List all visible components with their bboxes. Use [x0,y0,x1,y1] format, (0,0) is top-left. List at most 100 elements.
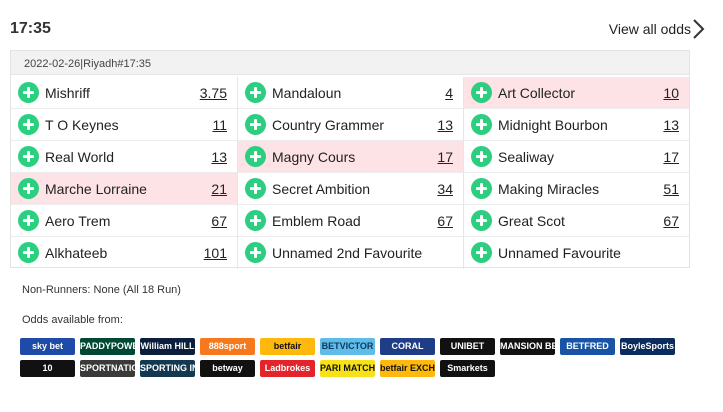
runner-odds[interactable]: 67 [211,213,227,229]
runner-odds[interactable]: 51 [663,181,679,197]
runner-odds[interactable]: 4 [445,85,453,101]
runner-row[interactable]: Emblem Road 67 [238,205,463,237]
runner-odds[interactable]: 3.75 [200,85,227,101]
add-selection-icon[interactable] [18,146,39,167]
odds-card: 2022-02-26|Riyadh#17:35 Mishriff 3.75 T O … [10,50,690,269]
runner-name: Making Miracles [498,181,600,197]
runner-name: Magny Cours [272,149,356,165]
runner-row[interactable]: Unnamed 2nd Favourite [238,237,463,269]
bookmaker-logo-paddypower[interactable]: PADDYPOWER. [80,338,135,355]
add-selection-icon[interactable] [471,178,492,199]
runner-odds[interactable]: 67 [663,213,679,229]
runner-name: Sealiway [498,149,555,165]
runner-odds[interactable]: 10 [663,85,679,101]
bookmaker-logo-betfair[interactable]: betfair [260,338,315,355]
runner-odds[interactable]: 67 [437,213,453,229]
runner-row[interactable]: Mishriff 3.75 [11,77,237,109]
runner-odds[interactable]: 13 [211,149,227,165]
runner-odds[interactable]: 21 [211,181,227,197]
add-selection-icon[interactable] [471,114,492,135]
bookmaker-logo-sportingindex[interactable]: SPORTING INDEX [140,360,195,377]
runner-row[interactable]: Alkhateeb 101 [11,237,237,269]
runner-row[interactable]: Magny Cours 17 [238,141,463,173]
runner-name: Alkhateeb [45,245,108,261]
bookmaker-logo-boylesports[interactable]: BoyleSports [620,338,675,355]
add-selection-icon[interactable] [18,82,39,103]
runner-odds[interactable]: 17 [663,149,679,165]
bookmaker-logo-parimatch[interactable]: PARI MATCH [320,360,375,377]
runner-row[interactable]: Great Scot 67 [464,205,689,237]
runner-row[interactable]: Sealiway 17 [464,141,689,173]
odds-available-label: Odds available from: [22,314,123,326]
bookmaker-row: 10 SPORTNATION SPORTING INDEX betway Ladbrok… [20,360,700,378]
runner-odds[interactable]: 13 [663,117,679,133]
runner-name: Unnamed 2nd Favourite [272,245,423,261]
bookmaker-logo-unibet[interactable]: UNIBET [440,338,495,355]
runner-column: Mishriff 3.75 T O Keynes 11 Real World 13 Marc… [11,77,237,269]
runner-odds[interactable]: 34 [437,181,453,197]
non-runners-text: Non-Runners: None (All 18 Run) [22,284,181,296]
add-selection-icon[interactable] [245,146,266,167]
runner-name: Country Grammer [272,117,385,133]
bookmaker-row: sky bet PADDYPOWER. William HILL 888sport be… [20,338,700,356]
add-selection-icon[interactable] [245,210,266,231]
runner-row[interactable]: Secret Ambition 34 [238,173,463,205]
runner-name: T O Keynes [45,117,119,133]
view-all-odds-link[interactable]: View all odds [609,21,691,37]
runner-odds[interactable]: 11 [212,117,227,133]
add-selection-icon[interactable] [245,114,266,135]
runner-row[interactable]: Real World 13 [11,141,237,173]
runner-name: Mandaloun [272,85,342,101]
add-selection-icon[interactable] [471,146,492,167]
runner-odds[interactable]: 17 [437,149,453,165]
add-selection-icon[interactable] [18,242,39,263]
runner-odds[interactable]: 13 [437,117,453,133]
runner-row[interactable]: Unnamed Favourite [464,237,689,269]
bookmaker-logo-10bet[interactable]: 10 [20,360,75,377]
add-selection-icon[interactable] [245,82,266,103]
bookmaker-logo-betway[interactable]: betway [200,360,255,377]
runner-row[interactable]: Country Grammer 13 [238,109,463,141]
add-selection-icon[interactable] [18,178,39,199]
runner-row[interactable]: Midnight Bourbon 13 [464,109,689,141]
meeting-label: 2022-02-26|Riyadh#17:35 [11,51,689,75]
runner-name: Great Scot [498,213,565,229]
runner-row[interactable]: Aero Trem 67 [11,205,237,237]
add-selection-icon[interactable] [471,82,492,103]
bookmaker-logo-betfred[interactable]: BETFRED [560,338,615,355]
bookmaker-logo-888sport[interactable]: 888sport [200,338,255,355]
add-selection-icon[interactable] [471,210,492,231]
bookmaker-logo-skybet[interactable]: sky bet [20,338,75,355]
runner-row[interactable]: Marche Lorraine 21 [11,173,237,205]
bookmaker-logo-sportnation[interactable]: SPORTNATION [80,360,135,377]
add-selection-icon[interactable] [18,114,39,135]
bookmaker-logo-betvictor[interactable]: BETVICTOR [320,338,375,355]
runner-row[interactable]: T O Keynes 11 [11,109,237,141]
bookmaker-logo-williamhill[interactable]: William HILL [140,338,195,355]
runner-name: Secret Ambition [272,181,371,197]
add-selection-icon[interactable] [245,242,266,263]
bookmaker-logo-betfair-exchange[interactable]: betfair EXCHANGE [380,360,435,377]
add-selection-icon[interactable] [18,210,39,231]
runner-row[interactable]: Mandaloun 4 [238,77,463,109]
add-selection-icon[interactable] [471,242,492,263]
runner-column: Art Collector 10 Midnight Bourbon 13 Sealiwa… [463,77,689,269]
runner-name: Unnamed Favourite [498,245,621,261]
runners-grid: Mishriff 3.75 T O Keynes 11 Real World 13 Marc… [11,75,689,269]
runner-name: Art Collector [498,85,576,101]
race-header: 17:35 View all odds [0,0,723,46]
bookmaker-logo-coral[interactable]: CORAL [380,338,435,355]
runner-name: Mishriff [45,85,90,101]
bookmaker-logo-smarkets[interactable]: Smarkets [440,360,495,377]
chevron-right-icon[interactable] [691,18,705,40]
runner-row[interactable]: Making Miracles 51 [464,173,689,205]
bookmaker-logo-mansionbet[interactable]: MANSION BET [500,338,555,355]
add-selection-icon[interactable] [245,178,266,199]
runner-name: Aero Trem [45,213,111,229]
runner-column: Mandaloun 4 Country Grammer 13 Magny Cours 17… [237,77,463,269]
runner-name: Emblem Road [272,213,361,229]
runner-row[interactable]: Art Collector 10 [464,77,689,109]
runner-name: Real World [45,149,114,165]
runner-odds[interactable]: 101 [204,245,227,261]
bookmaker-logo-ladbrokes[interactable]: Ladbrokes [260,360,315,377]
